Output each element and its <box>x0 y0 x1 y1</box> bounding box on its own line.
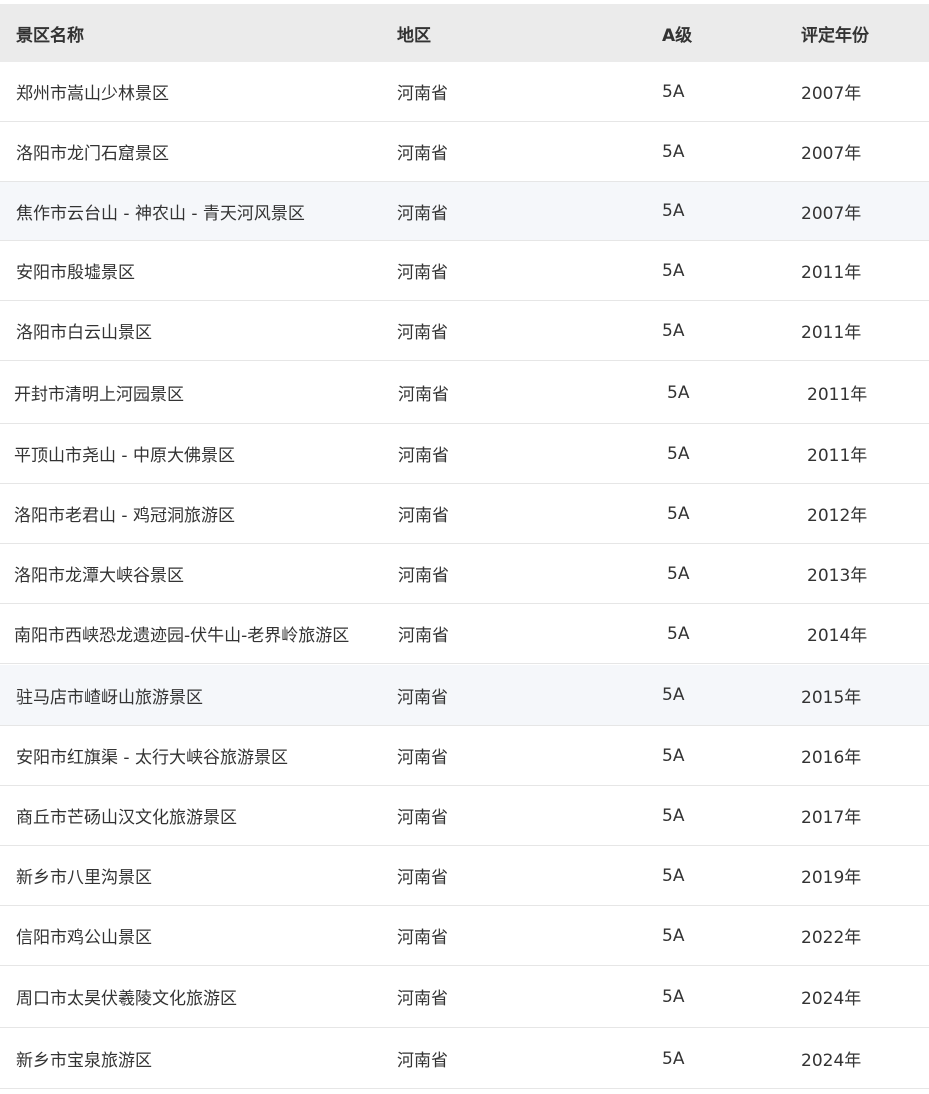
table-row: 安阳市红旗渠 - 太行大峡谷旅游景区 河南省 5A 2016年 <box>0 726 929 786</box>
cell-grade: 5A <box>662 260 685 281</box>
cell-region: 河南省 <box>397 84 448 104</box>
cell-name: 洛阳市龙门石窟景区 <box>16 144 169 164</box>
table-row: 安阳市殷墟景区 河南省 5A 2011年 <box>0 241 929 301</box>
cell-name: 信阳市鸡公山景区 <box>16 928 152 948</box>
table-row: 郑州市嵩山少林景区 河南省 5A 2007年 <box>0 62 929 122</box>
cell-year: 2024年 <box>801 1051 862 1071</box>
table-row: 驻马店市嵖岈山旅游景区 河南省 5A 2015年 <box>0 665 929 726</box>
cell-name: 平顶山市尧山 - 中原大佛景区 <box>14 446 235 466</box>
cell-year: 2013年 <box>807 566 868 586</box>
cell-name: 焦作市云台山 - 神农山 - 青天河风景区 <box>16 203 305 224</box>
cell-name: 新乡市八里沟景区 <box>16 868 152 888</box>
cell-grade: 5A <box>667 443 690 464</box>
cell-grade: 5A <box>662 320 685 341</box>
cell-region: 河南省 <box>397 808 448 828</box>
cell-grade: 5A <box>662 925 685 946</box>
header-name: 景区名称 <box>16 25 84 46</box>
header-region: 地区 <box>397 25 431 46</box>
cell-name: 开封市清明上河园景区 <box>14 385 184 405</box>
cell-region: 河南省 <box>397 687 448 708</box>
table-row: 焦作市云台山 - 神农山 - 青天河风景区 河南省 5A 2007年 <box>0 182 929 241</box>
table-row: 平顶山市尧山 - 中原大佛景区 河南省 5A 2011年 <box>0 424 929 484</box>
cell-region: 河南省 <box>397 868 448 888</box>
table-header-row: 景区名称 地区 A级 评定年份 <box>0 4 929 62</box>
cell-grade: 5A <box>662 81 685 102</box>
table-row: 洛阳市老君山 - 鸡冠洞旅游区 河南省 5A 2012年 <box>0 484 929 544</box>
cell-year: 2011年 <box>807 385 868 405</box>
cell-year: 2024年 <box>801 989 862 1009</box>
cell-year: 2014年 <box>807 626 868 646</box>
table-row: 新乡市宝泉旅游区 河南省 5A 2024年 <box>0 1029 929 1089</box>
cell-year: 2016年 <box>801 748 862 768</box>
table-row: 洛阳市龙潭大峡谷景区 河南省 5A 2013年 <box>0 544 929 604</box>
cell-year: 2007年 <box>801 144 862 164</box>
cell-region: 河南省 <box>398 446 449 466</box>
table-row: 商丘市芒砀山汉文化旅游景区 河南省 5A 2017年 <box>0 786 929 846</box>
cell-year: 2012年 <box>807 506 868 526</box>
cell-name: 周口市太昊伏羲陵文化旅游区 <box>16 989 237 1009</box>
cell-grade: 5A <box>662 865 685 886</box>
table-row: 洛阳市龙门石窟景区 河南省 5A 2007年 <box>0 122 929 182</box>
table-row: 新乡市八里沟景区 河南省 5A 2019年 <box>0 846 929 906</box>
cell-region: 河南省 <box>397 748 448 768</box>
cell-grade: 5A <box>667 623 690 644</box>
header-year: 评定年份 <box>801 25 869 46</box>
table-row: 南阳市西峡恐龙遗迹园-伏牛山-老界岭旅游区 河南省 5A 2014年 <box>0 604 929 664</box>
cell-year: 2017年 <box>801 808 862 828</box>
cell-name: 新乡市宝泉旅游区 <box>16 1051 152 1071</box>
cell-region: 河南省 <box>398 626 449 646</box>
header-grade: A级 <box>662 25 693 46</box>
cell-region: 河南省 <box>398 385 449 405</box>
cell-region: 河南省 <box>397 989 448 1009</box>
cell-grade: 5A <box>662 201 685 221</box>
cell-grade: 5A <box>662 685 685 705</box>
cell-year: 2015年 <box>801 687 862 708</box>
cell-region: 河南省 <box>397 928 448 948</box>
cell-name: 洛阳市龙潭大峡谷景区 <box>14 566 184 586</box>
cell-grade: 5A <box>662 805 685 826</box>
cell-grade: 5A <box>662 141 685 162</box>
cell-region: 河南省 <box>397 1051 448 1071</box>
cell-year: 2007年 <box>801 203 862 224</box>
cell-grade: 5A <box>667 382 690 403</box>
cell-region: 河南省 <box>398 506 449 526</box>
cell-year: 2011年 <box>807 446 868 466</box>
table-row: 开封市清明上河园景区 河南省 5A 2011年 <box>0 362 929 424</box>
cell-year: 2022年 <box>801 928 862 948</box>
cell-grade: 5A <box>662 745 685 766</box>
cell-name: 郑州市嵩山少林景区 <box>16 84 169 104</box>
cell-name: 南阳市西峡恐龙遗迹园-伏牛山-老界岭旅游区 <box>14 626 350 646</box>
cell-region: 河南省 <box>398 566 449 586</box>
cell-name: 安阳市殷墟景区 <box>16 263 135 283</box>
cell-region: 河南省 <box>397 263 448 283</box>
cell-name: 洛阳市老君山 - 鸡冠洞旅游区 <box>14 506 235 526</box>
cell-year: 2007年 <box>801 84 862 104</box>
cell-region: 河南省 <box>397 203 448 224</box>
cell-name: 安阳市红旗渠 - 太行大峡谷旅游景区 <box>16 748 288 768</box>
cell-year: 2011年 <box>801 323 862 343</box>
cell-grade: 5A <box>667 503 690 524</box>
cell-name: 驻马店市嵖岈山旅游景区 <box>16 687 203 708</box>
cell-name: 商丘市芒砀山汉文化旅游景区 <box>16 808 237 828</box>
cell-grade: 5A <box>667 563 690 584</box>
cell-name: 洛阳市白云山景区 <box>16 323 152 343</box>
table-row: 周口市太昊伏羲陵文化旅游区 河南省 5A 2024年 <box>0 966 929 1028</box>
cell-region: 河南省 <box>397 144 448 164</box>
table-row: 信阳市鸡公山景区 河南省 5A 2022年 <box>0 906 929 966</box>
cell-year: 2011年 <box>801 263 862 283</box>
table-row: 洛阳市白云山景区 河南省 5A 2011年 <box>0 301 929 361</box>
cell-grade: 5A <box>662 1048 685 1069</box>
cell-grade: 5A <box>662 986 685 1007</box>
cell-year: 2019年 <box>801 868 862 888</box>
cell-region: 河南省 <box>397 323 448 343</box>
